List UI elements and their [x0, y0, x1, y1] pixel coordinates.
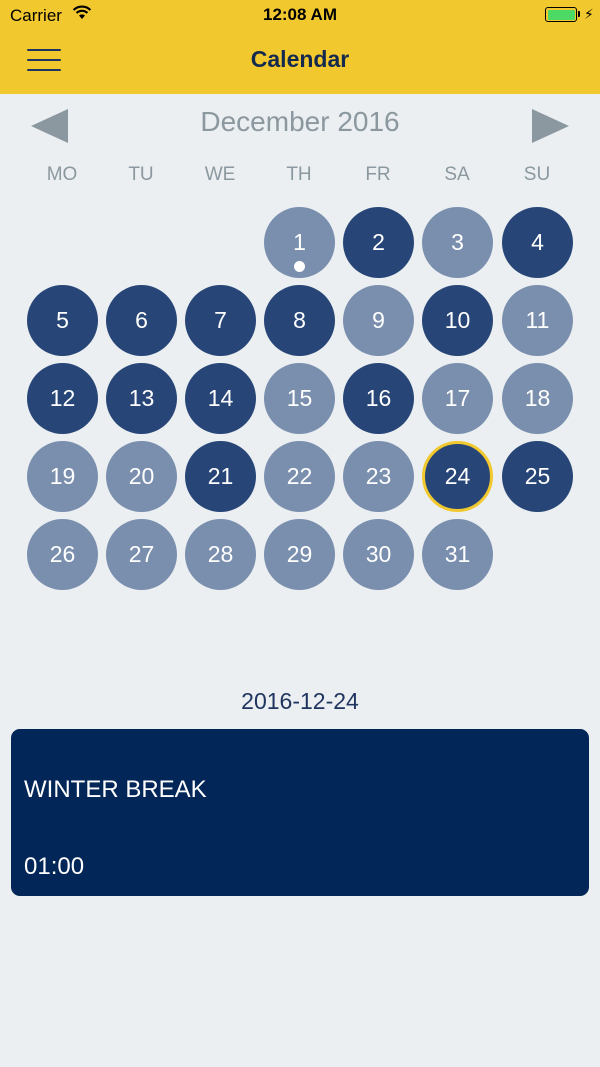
weekday-label: FR	[365, 164, 391, 185]
day-number: 3	[451, 229, 464, 255]
day-number: 29	[286, 541, 313, 567]
day-number: 21	[207, 463, 234, 489]
battery-tip	[578, 11, 580, 17]
weekday-label: TU	[128, 164, 154, 185]
status-bar: Carrier 12:08 AM ⚡	[0, 0, 600, 30]
day-cell[interactable]: 19	[27, 441, 98, 512]
day-cell[interactable]: 14	[185, 363, 256, 434]
day-cell[interactable]: 10	[422, 285, 493, 356]
triangle-right-icon	[532, 109, 569, 143]
day-cell[interactable]: 9	[343, 285, 414, 356]
day-number: 8	[293, 307, 306, 333]
day-cell[interactable]: 13	[106, 363, 177, 434]
day-number: 14	[207, 385, 234, 411]
day-cell[interactable]: 20	[106, 441, 177, 512]
day-cell[interactable]: 5	[27, 285, 98, 356]
day-number: 12	[49, 385, 76, 411]
day-cell[interactable]: 31	[422, 519, 493, 590]
day-cell[interactable]: 11	[502, 285, 573, 356]
day-number: 22	[286, 463, 313, 489]
day-cell[interactable]: 23	[343, 441, 414, 512]
day-number: 16	[365, 385, 392, 411]
day-number: 9	[372, 307, 385, 333]
day-number: 18	[524, 385, 551, 411]
day-cell[interactable]: 22	[264, 441, 335, 512]
day-cell[interactable]: 15	[264, 363, 335, 434]
selected-date-label: 2016-12-24	[241, 688, 359, 714]
day-number: 11	[525, 307, 550, 333]
day-number: 28	[207, 541, 234, 567]
day-number: 24	[444, 463, 471, 489]
weekday-label: MO	[46, 164, 78, 185]
nav-bar: Calendar	[0, 30, 600, 94]
day-cell[interactable]: 29	[264, 519, 335, 590]
event-title: WINTER BREAK	[24, 776, 207, 803]
day-cell[interactable]: 8	[264, 285, 335, 356]
day-number: 17	[444, 385, 471, 411]
day-number: 7	[214, 307, 227, 333]
day-cell[interactable]: 18	[502, 363, 573, 434]
day-number: 31	[444, 541, 471, 567]
triangle-left-icon	[31, 109, 68, 143]
day-cell[interactable]: 30	[343, 519, 414, 590]
day-cell[interactable]: 21	[185, 441, 256, 512]
charging-icon: ⚡	[584, 6, 594, 22]
event-card[interactable]: WINTER BREAK 01:00	[11, 729, 589, 896]
day-cell[interactable]: 1	[264, 207, 335, 278]
day-number: 1	[293, 229, 306, 255]
day-number: 26	[49, 541, 76, 567]
day-cell[interactable]: 7	[185, 285, 256, 356]
day-number: 25	[524, 463, 551, 489]
day-cell[interactable]: 2	[343, 207, 414, 278]
next-month-button[interactable]	[530, 106, 570, 146]
day-cell[interactable]: 4	[502, 207, 573, 278]
day-cell[interactable]: 28	[185, 519, 256, 590]
weekday-label: SU	[523, 164, 551, 185]
prev-month-button[interactable]	[30, 106, 70, 146]
event-dot-icon	[294, 261, 305, 272]
day-cell[interactable]: 16	[343, 363, 414, 434]
day-cell[interactable]: 27	[106, 519, 177, 590]
day-cell[interactable]: 26	[27, 519, 98, 590]
day-number: 23	[365, 463, 392, 489]
page-title: Calendar	[250, 46, 350, 72]
weekday-label: WE	[204, 164, 236, 185]
day-number: 13	[128, 385, 155, 411]
day-cell[interactable]: 25	[502, 441, 573, 512]
weekday-label: SA	[444, 164, 470, 185]
day-number: 4	[531, 229, 544, 255]
day-cell[interactable]: 12	[27, 363, 98, 434]
day-number: 19	[49, 463, 76, 489]
day-number: 20	[128, 463, 155, 489]
clock: 12:08 AM	[262, 5, 337, 24]
day-number: 10	[444, 307, 471, 333]
day-cell-selected[interactable]: 24	[422, 441, 493, 512]
month-title: December 2016	[200, 106, 400, 137]
weekday-label: TH	[286, 164, 312, 185]
day-number: 15	[286, 385, 313, 411]
day-cell[interactable]: 3	[422, 207, 493, 278]
day-cell[interactable]: 17	[422, 363, 493, 434]
day-number: 6	[135, 307, 148, 333]
event-time: 01:00	[24, 853, 85, 880]
day-number: 5	[56, 307, 69, 333]
day-number: 30	[365, 541, 392, 567]
day-cell[interactable]: 6	[106, 285, 177, 356]
day-number: 2	[372, 229, 385, 255]
battery-icon	[545, 7, 577, 22]
day-number: 27	[128, 541, 155, 567]
